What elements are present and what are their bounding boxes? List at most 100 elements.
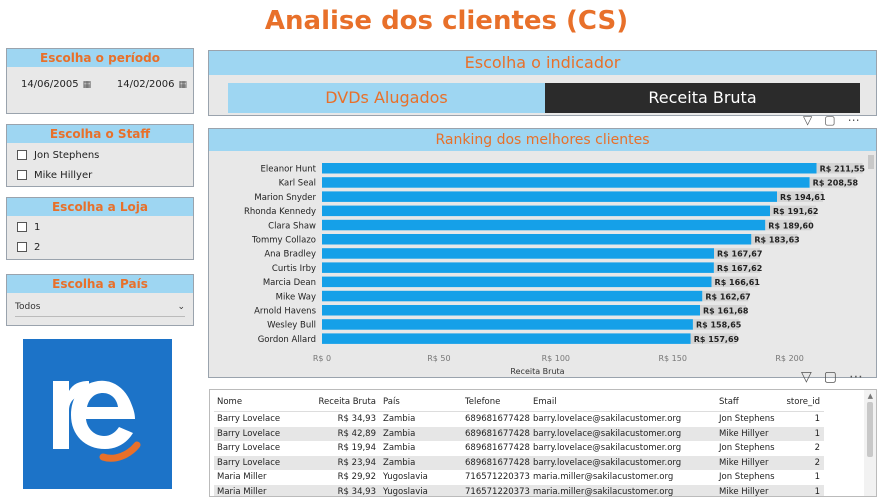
bar: [322, 219, 766, 231]
table-cell: Maria Miller: [217, 486, 267, 497]
bar: [322, 205, 771, 217]
table-cell: Yugoslavia: [383, 472, 428, 482]
scroll-up-icon[interactable]: ▲: [868, 392, 873, 400]
calendar-icon[interactable]: ▦: [178, 80, 187, 90]
table-cell: 689681677428: [465, 414, 530, 424]
bar: [322, 234, 752, 245]
table-row[interactable]: Barry Lovelace R$ 19,94 Zambia 689681677428…: [214, 441, 824, 456]
table-cell: Jon Stephens: [719, 472, 775, 482]
table-cell: R$ 29,92: [337, 472, 376, 482]
column-header[interactable]: Nome: [214, 392, 310, 411]
filter-icon[interactable]: ▽: [803, 113, 812, 127]
table-cell: 716571220373: [465, 486, 530, 497]
dvds-alugados-button[interactable]: DVDs Alugados: [228, 83, 545, 113]
table-cell: 689681677428: [465, 457, 530, 468]
data-label: R$ 158,65: [696, 321, 742, 330]
column-header[interactable]: store_id: [778, 392, 824, 411]
data-label: R$ 166,61: [715, 278, 761, 287]
more-options-icon[interactable]: ⋯: [848, 113, 860, 127]
table-body: Barry Lovelace R$ 34,93 Zambia 689681677428…: [214, 412, 824, 497]
more-options-icon[interactable]: ⋯: [849, 369, 863, 385]
focus-mode-icon[interactable]: ▢: [824, 113, 835, 127]
staff-slicer: Escolha o Staff Jon Stephens Mike Hillye…: [6, 124, 194, 187]
data-label: R$ 208,58: [813, 179, 859, 188]
column-header[interactable]: Receita Bruta: [310, 392, 380, 411]
ranking-chart: Ranking dos melhores clientes Eleanor Hu…: [208, 128, 877, 378]
category-label: Mike Way: [276, 292, 316, 302]
category-label: Clara Shaw: [268, 221, 316, 231]
table-cell: Barry Lovelace: [217, 443, 281, 453]
bar: [322, 191, 778, 202]
checkbox[interactable]: [17, 242, 27, 252]
ranking-bar-chart: Eleanor Hunt R$ 211,55 Karl Seal R$ 208,58 M…: [244, 155, 874, 376]
country-slicer: Escolha a País Todos ⌄: [6, 274, 194, 326]
end-date-value: 14/02/2006: [116, 79, 175, 90]
category-label: Marion Snyder: [254, 193, 316, 203]
table-header: Nome Receita Bruta País Telefone Email S…: [214, 392, 824, 412]
table-row[interactable]: Maria Miller R$ 34,93 Yugoslavia 7165712203…: [214, 484, 824, 497]
end-date-field[interactable]: 14/02/2006 ▦: [117, 79, 187, 90]
indicator-selector: Escolha o indicador DVDs Alugados Receit…: [208, 50, 877, 116]
receita-bruta-button[interactable]: Receita Bruta: [545, 83, 860, 113]
start-date-field[interactable]: 14/06/2005 ▦: [21, 79, 91, 90]
store-option[interactable]: 2: [7, 237, 193, 257]
column-header[interactable]: Email: [530, 392, 716, 411]
staff-slicer-header: Escolha o Staff: [7, 125, 193, 143]
filter-icon[interactable]: ▽: [801, 369, 812, 385]
table-cell: Mike Hillyer: [719, 457, 769, 468]
data-label: R$ 194,61: [780, 193, 826, 202]
table-cell: 689681677428: [465, 428, 530, 439]
table-cell: barry.lovelace@sakilacustomer.org: [533, 443, 682, 453]
logo-re-icon: [53, 380, 141, 462]
focus-mode-icon[interactable]: ▢: [824, 369, 837, 385]
store-option[interactable]: 1: [7, 217, 193, 237]
table-toolbar: ▽ ▢ ⋯: [801, 369, 863, 385]
table-cell: 1: [814, 428, 820, 439]
scrollbar-thumb[interactable]: [867, 402, 873, 457]
period-slicer: Escolha o período 14/06/2005 ▦ 14/02/200…: [6, 48, 194, 114]
table-cell: Maria Miller: [217, 472, 267, 482]
column-header[interactable]: Telefone: [462, 392, 530, 411]
table-row[interactable]: Barry Lovelace R$ 23,94 Zambia 689681677428…: [214, 455, 824, 470]
bar: [322, 319, 693, 330]
column-header[interactable]: País: [380, 392, 462, 411]
table-row[interactable]: Barry Lovelace R$ 42,89 Zambia 689681677428…: [214, 426, 824, 441]
bar: [322, 248, 715, 259]
table-cell: barry.lovelace@sakilacustomer.org: [533, 428, 682, 439]
country-dropdown[interactable]: Todos ⌄: [15, 302, 185, 317]
table-cell: Zambia: [383, 414, 416, 424]
chart-scroll-thumb: [868, 155, 874, 169]
checkbox[interactable]: [17, 150, 27, 160]
checkbox[interactable]: [17, 222, 27, 232]
checkbox[interactable]: [17, 170, 27, 180]
chart-toolbar: ▽ ▢ ⋯: [803, 113, 860, 127]
data-label: R$ 161,68: [703, 307, 749, 316]
scrollbar[interactable]: ▲: [864, 390, 876, 496]
chart-title: Ranking dos melhores clientes: [209, 129, 876, 151]
logo: [23, 339, 172, 489]
bar: [322, 163, 817, 174]
category-label: Karl Seal: [279, 179, 316, 189]
table-cell: Barry Lovelace: [217, 457, 281, 468]
table-cell: Mike Hillyer: [719, 486, 769, 497]
staff-option[interactable]: Jon Stephens: [7, 145, 193, 165]
table-row[interactable]: Barry Lovelace R$ 34,93 Zambia 689681677428…: [214, 412, 824, 427]
category-label: Gordon Allard: [258, 335, 316, 345]
bar: [322, 276, 712, 288]
table-cell: Jon Stephens: [719, 414, 775, 424]
table-cell: R$ 42,89: [337, 428, 376, 439]
column-header[interactable]: Staff: [716, 392, 778, 411]
table-cell: 2: [814, 443, 820, 453]
period-slicer-header: Escolha o período: [7, 49, 193, 67]
data-label: R$ 162,67: [705, 292, 750, 301]
table-cell: maria.miller@sakilacustomer.org: [533, 486, 674, 497]
calendar-icon[interactable]: ▦: [83, 80, 92, 90]
data-label: R$ 183,63: [754, 236, 799, 245]
table-row[interactable]: Maria Miller R$ 29,92 Yugoslavia 7165712203…: [214, 470, 824, 485]
start-date-value: 14/06/2005: [21, 79, 79, 90]
staff-option[interactable]: Mike Hillyer: [7, 165, 193, 185]
x-axis-label: Receita Bruta: [510, 367, 564, 376]
store-slicer-header: Escolha a Loja: [7, 198, 193, 216]
table-cell: Yugoslavia: [383, 486, 428, 497]
table-cell: maria.miller@sakilacustomer.org: [533, 472, 674, 482]
